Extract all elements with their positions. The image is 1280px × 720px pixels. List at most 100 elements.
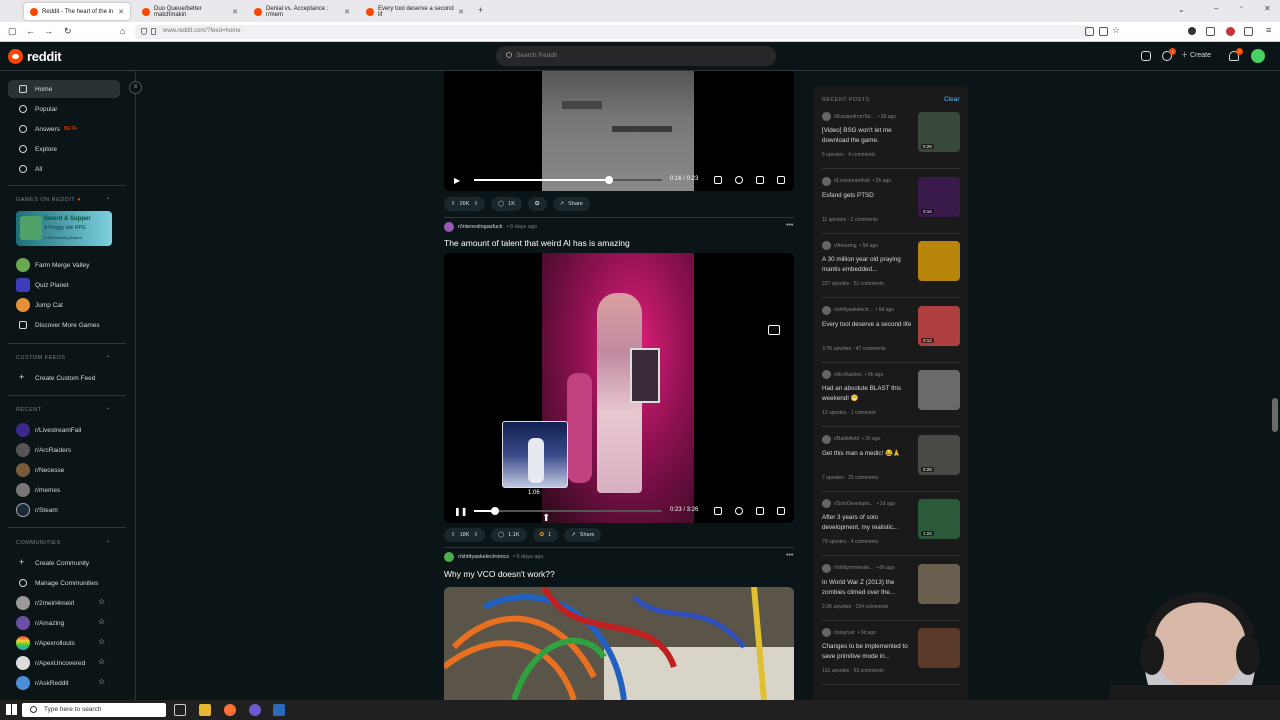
recent-post-subreddit[interactable]: r/Amazing — [834, 243, 857, 249]
favorite-star-icon[interactable]: ☆ — [98, 657, 105, 666]
recent-post-title[interactable]: Had an absolute BLAST this weekend! 😁 — [822, 384, 914, 404]
close-window-icon[interactable]: ✕ — [1264, 4, 1271, 13]
recent-post-title[interactable]: Esfand gets PTSD — [822, 191, 914, 201]
custom-feeds-header[interactable]: CUSTOM FEEDS ⌃ — [16, 355, 111, 362]
recent-post-item[interactable]: r/SoloDevelopm... • 1d ago After 3 years o… — [814, 499, 968, 563]
close-tab-icon[interactable]: ✕ — [458, 8, 464, 16]
recent-item[interactable]: r/memes — [8, 481, 120, 499]
advertise-icon[interactable] — [1141, 51, 1151, 61]
recent-post-subreddit[interactable]: r/playrust — [834, 630, 855, 636]
taskbar-search-input[interactable]: Type here to search — [22, 703, 166, 717]
recent-item[interactable]: r/Steam — [8, 501, 120, 519]
back-icon[interactable]: ← — [26, 26, 35, 36]
upvote-icon[interactable]: ⇧ — [451, 201, 456, 207]
recent-post-item[interactable]: r/EscapefromTar... • 2d ago [Video] BSG wo… — [814, 112, 968, 176]
browser-tab-duo-queue[interactable]: Duo Queue/better matchmakin ✕ — [136, 3, 244, 20]
sidebar-game-farm-merge-valley[interactable]: Farm Merge Valley — [8, 256, 120, 274]
recent-post-subreddit[interactable]: r/LivestreamFail — [834, 178, 870, 184]
recent-item[interactable]: r/LivestreamFail — [8, 421, 120, 439]
minimize-icon[interactable]: – — [1214, 4, 1218, 13]
page-scrollbar[interactable] — [1272, 398, 1278, 432]
video-seek-bar[interactable] — [474, 507, 662, 515]
sound-icon[interactable] — [1244, 27, 1253, 36]
address-bar[interactable]: www.reddit.com/?feed=home — [135, 25, 1090, 39]
post-image[interactable] — [444, 587, 794, 700]
subreddit-avatar[interactable] — [444, 222, 454, 232]
volume-icon[interactable] — [777, 507, 785, 515]
recent-post-thumbnail[interactable]: 1:24 — [918, 499, 960, 539]
firefox-icon[interactable] — [224, 704, 236, 716]
community-item[interactable]: r/2meirl4meirl ☆ — [8, 594, 120, 612]
share-button[interactable]: ↗ Share — [552, 197, 590, 211]
recent-item[interactable]: r/Necesse — [8, 461, 120, 479]
task-view-icon[interactable] — [174, 704, 186, 716]
volume-icon[interactable] — [777, 176, 785, 184]
create-custom-feed-button[interactable]: + Create Custom Feed — [8, 369, 120, 387]
captions-icon[interactable] — [714, 507, 722, 515]
sidebar-item-explore[interactable]: Explore — [8, 140, 120, 158]
recent-header[interactable]: RECENT ⌃ — [16, 407, 111, 414]
sidebar-game-jump-cat[interactable]: Jump Cat — [8, 296, 120, 314]
subreddit-link[interactable]: r/shittyaskelectronics — [458, 554, 509, 560]
recent-post-title[interactable]: A 30 million year old praying mantis emb… — [822, 255, 914, 275]
fullscreen-icon[interactable] — [756, 507, 764, 515]
extension-icon[interactable] — [1188, 27, 1196, 35]
recent-post-thumbnail[interactable]: 0:28 — [918, 434, 960, 475]
sidebar-discover-more-games[interactable]: Discover More Games — [8, 316, 120, 334]
create-community-button[interactable]: + Create Community — [8, 554, 120, 572]
downloads-icon[interactable] — [1206, 27, 1215, 36]
seek-handle[interactable] — [490, 507, 499, 515]
comments-button[interactable]: ◯ 1.1K — [491, 528, 527, 542]
bookmark-star-icon[interactable]: ☆ — [1112, 25, 1120, 36]
recent-post-subreddit[interactable]: r/shittyaskelectr... — [834, 307, 873, 313]
communities-header[interactable]: COMMUNITIES ⌃ — [16, 540, 111, 547]
close-tab-icon[interactable]: ✕ — [232, 8, 238, 16]
home-icon[interactable]: ⌂ — [120, 26, 125, 36]
steam-icon[interactable] — [273, 704, 285, 716]
recent-post-item[interactable]: r/Amazing • 5d ago A 30 million year old p… — [814, 241, 968, 305]
video-seek-bar[interactable] — [474, 176, 662, 184]
close-tab-icon[interactable]: ✕ — [344, 8, 350, 16]
seek-handle[interactable] — [605, 176, 614, 184]
recent-post-thumbnail[interactable] — [918, 241, 960, 281]
tab-list-icon[interactable]: ⌄ — [1178, 5, 1185, 14]
more-options-icon[interactable]: ••• — [786, 222, 793, 229]
app-icon[interactable] — [249, 704, 261, 716]
settings-gear-icon[interactable] — [735, 176, 743, 184]
create-button[interactable]: ＋ Create — [1181, 50, 1211, 60]
browser-tab-every-tool[interactable]: Every tool deserve a second lif ✕ — [360, 3, 470, 20]
comments-button[interactable]: ◯ 1K — [491, 197, 522, 211]
favorite-star-icon[interactable]: ☆ — [98, 677, 105, 686]
upvote-icon[interactable]: ⇧ — [451, 532, 456, 538]
recent-post-item[interactable]: r/LivestreamFail • 2h ago Esfand gets PTSD… — [814, 176, 968, 241]
favorite-star-icon[interactable]: ☆ — [98, 637, 105, 646]
recent-post-item[interactable]: r/shittymoviedet... • 6h ago In World War … — [814, 563, 968, 628]
recent-post-title[interactable]: [Video] BSG won't let me download the ga… — [822, 126, 914, 146]
downvote-icon[interactable]: ⇩ — [473, 532, 478, 538]
recent-post-item[interactable]: r/playrust • 3d ago Changes to be implemen… — [814, 628, 968, 692]
community-item[interactable]: r/Apexrollouts ☆ — [8, 634, 120, 652]
maximize-icon[interactable]: ▫ — [1240, 4, 1242, 11]
captions-icon[interactable] — [714, 176, 722, 184]
recent-post-thumbnail[interactable]: 0:29 — [918, 112, 960, 152]
fullscreen-icon[interactable] — [756, 176, 764, 184]
collapse-sidebar-icon[interactable]: ≡ — [129, 81, 142, 94]
post-title[interactable]: The amount of talent that weird Al has i… — [444, 238, 630, 248]
recent-post-subreddit[interactable]: r/EscapefromTar... — [834, 114, 875, 120]
menu-icon[interactable]: ≡ — [1266, 25, 1271, 35]
award-button[interactable]: ✪ 1 — [532, 528, 559, 542]
sidebar-item-home[interactable]: Home — [8, 80, 120, 98]
recent-post-subreddit[interactable]: r/SoloDevelopm... — [834, 501, 874, 507]
recent-post-item[interactable]: r/Battlefield • 2h ago Get this man a medi… — [814, 434, 968, 499]
featured-game-card[interactable]: Sword & Supper A Froggy Idle RPG 1.2M mo… — [16, 211, 112, 246]
forward-icon[interactable]: → — [44, 26, 53, 36]
games-section-header[interactable]: GAMES ON REDDIT ● ⌃ — [16, 197, 111, 204]
recent-post-thumbnail[interactable]: 0:12 — [918, 305, 960, 346]
recent-post-thumbnail[interactable]: 0:16 — [918, 176, 960, 217]
recent-post-thumbnail[interactable] — [918, 628, 960, 668]
reload-icon[interactable]: ↻ — [64, 26, 72, 37]
recent-post-title[interactable]: Get this man a medic! 😂🙏 — [822, 449, 914, 459]
recent-post-subreddit[interactable]: r/Battlefield — [834, 436, 859, 442]
new-tab-button[interactable]: + — [478, 5, 483, 15]
post-title[interactable]: Why my VCO doesn't work?? — [444, 569, 555, 579]
